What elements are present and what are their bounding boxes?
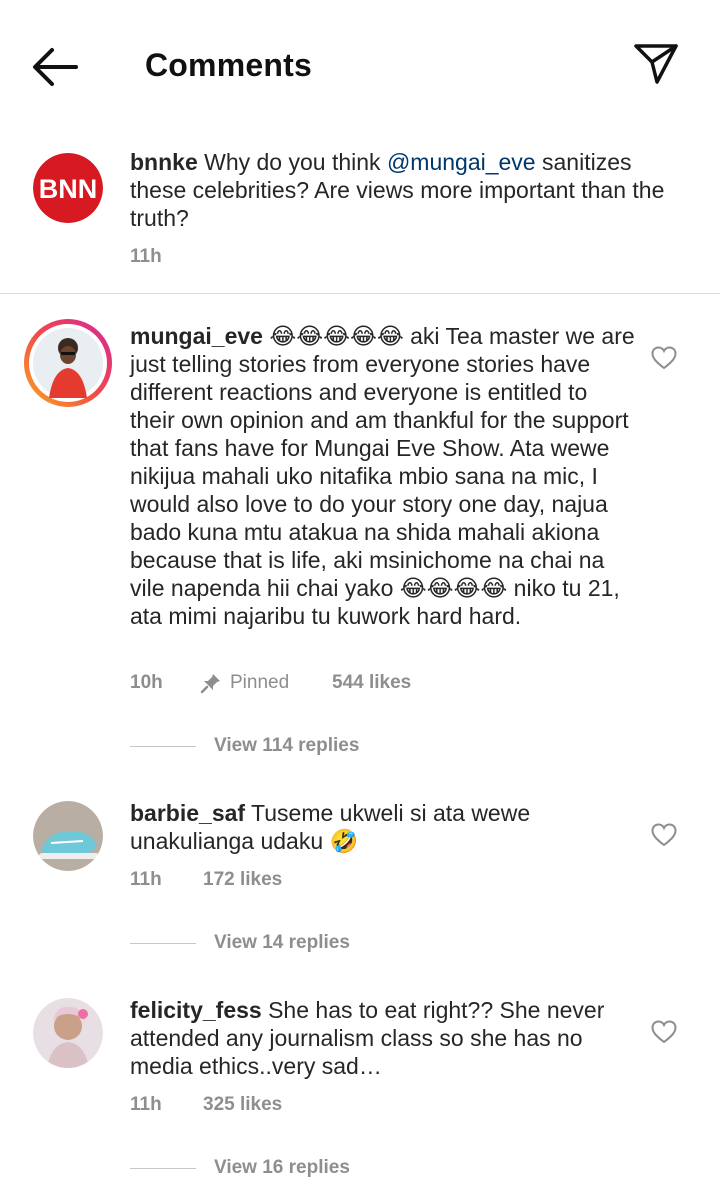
laughing-emoji-icon: 😂😂😂😂😂: [269, 323, 404, 349]
avatar-logo-text: BNN: [39, 174, 98, 204]
heart-icon[interactable]: [651, 1020, 677, 1044]
post-caption: BNN bnnke Why do you think @mungai_eve s…: [0, 145, 720, 293]
likes-count[interactable]: 544 likes: [332, 672, 411, 694]
likes-count[interactable]: 172 likes: [203, 869, 282, 891]
replies-divider: [130, 745, 196, 747]
comment-username[interactable]: felicity_fess: [130, 997, 262, 1023]
comment-meta: 11h 172 likes: [130, 869, 282, 891]
comment-timestamp: 10h: [130, 672, 163, 693]
header-bar: Comments: [0, 0, 720, 130]
caption-timestamp: 11h: [130, 246, 162, 267]
laughing-emoji-icon: 😂😂😂😂: [399, 575, 508, 601]
view-replies-label: View 16 replies: [214, 1157, 350, 1178]
caption-username[interactable]: bnnke: [130, 149, 198, 175]
caption-meta: 11h: [130, 246, 162, 268]
comment-text: barbie_saf Tuseme ukweli si ata wewe una…: [130, 799, 635, 855]
replies-divider: [130, 942, 196, 944]
avatar[interactable]: [33, 801, 103, 871]
comment-text: mungai_eve 😂😂😂😂😂 aki Tea master we are j…: [130, 322, 635, 630]
comment-text: felicity_fess She has to eat right?? She…: [130, 996, 635, 1080]
view-replies-button[interactable]: View 16 replies: [130, 1157, 350, 1179]
page-title: Comments: [145, 47, 312, 83]
avatar[interactable]: [23, 318, 113, 408]
heart-icon[interactable]: [651, 346, 677, 370]
view-replies-button[interactable]: View 14 replies: [130, 932, 350, 954]
send-icon[interactable]: [630, 40, 682, 88]
comment-meta: 11h 325 likes: [130, 1094, 282, 1116]
comment-username[interactable]: barbie_saf: [130, 800, 245, 826]
avatar[interactable]: BNN: [33, 153, 103, 223]
view-replies-button[interactable]: View 114 replies: [130, 735, 359, 757]
comment-body: aki Tea master we are just telling stori…: [130, 323, 635, 601]
divider: [0, 293, 720, 294]
caption-text: bnnke Why do you think @mungai_eve sanit…: [130, 148, 670, 232]
comment-timestamp: 11h: [130, 869, 162, 890]
replies-divider: [130, 1167, 196, 1169]
comment-timestamp: 11h: [130, 1094, 162, 1115]
mention-link[interactable]: @mungai_eve: [387, 149, 536, 175]
view-replies-label: View 14 replies: [214, 932, 350, 953]
back-arrow-icon[interactable]: [30, 44, 82, 90]
view-replies-label: View 114 replies: [214, 735, 360, 756]
rofl-emoji-icon: 🤣: [329, 828, 359, 854]
likes-count[interactable]: 325 likes: [203, 1094, 282, 1116]
caption-text-before: Why do you think: [197, 149, 387, 175]
pin-icon: [200, 672, 222, 694]
comment-username[interactable]: mungai_eve: [130, 323, 263, 349]
heart-icon[interactable]: [651, 823, 677, 847]
avatar[interactable]: [33, 998, 103, 1068]
comment-meta: 10h Pinned 544 likes: [130, 672, 411, 694]
pinned-label: Pinned: [230, 672, 290, 693]
